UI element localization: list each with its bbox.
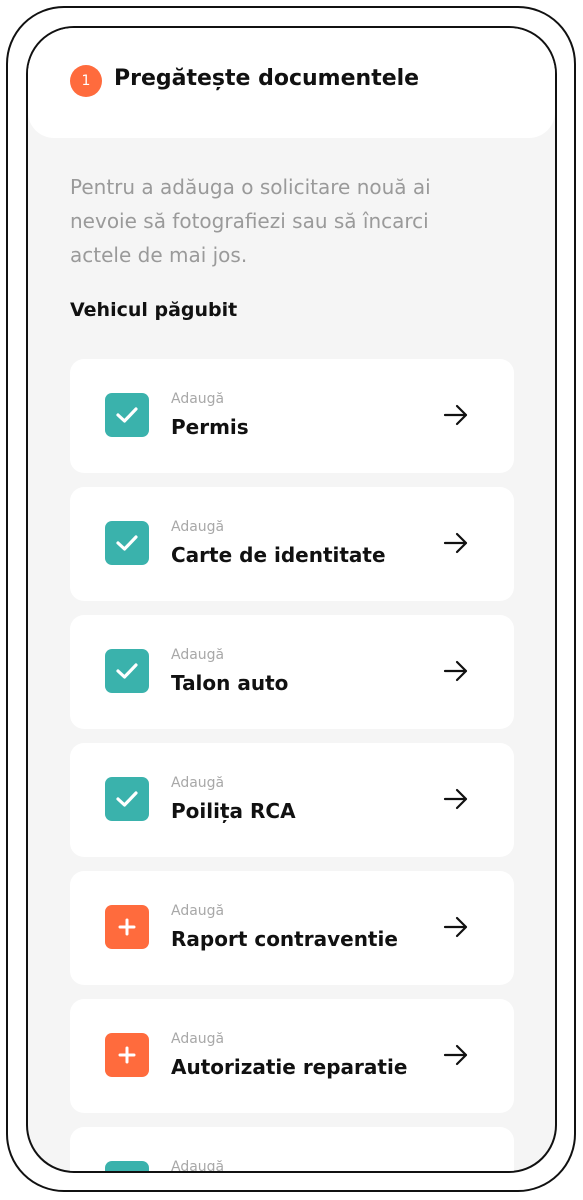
- card-subtitle: Adaugă: [171, 1031, 225, 1047]
- plus-icon: [105, 905, 149, 949]
- document-card-polita-rca[interactable]: Adaugă Poilița RCA: [70, 743, 514, 857]
- arrow-right-icon: [443, 916, 468, 938]
- card-label: Raport contraventie: [171, 927, 398, 951]
- card-subtitle: Adaugă: [171, 391, 225, 407]
- document-card-raport-contraventie[interactable]: Adaugă Raport contraventie: [70, 871, 514, 985]
- arrow-right-icon: [443, 532, 468, 554]
- document-card-autorizatie-reparatie[interactable]: Adaugă Autorizatie reparatie: [70, 999, 514, 1113]
- check-icon: [105, 521, 149, 565]
- card-label: Talon auto: [171, 671, 289, 695]
- document-card-permis[interactable]: Adaugă Permis: [70, 359, 514, 473]
- document-card-partial[interactable]: Adaugă: [70, 1127, 514, 1173]
- card-subtitle: Adaugă: [171, 1159, 225, 1173]
- check-icon: [105, 649, 149, 693]
- step-badge: 1: [70, 65, 102, 97]
- document-card-carte-identitate[interactable]: Adaugă Carte de identitate: [70, 487, 514, 601]
- document-list: Adaugă Permis Adaugă Carte de identitate…: [70, 359, 514, 1173]
- intro-text: Pentru a adăuga o solicitare nouă ai nev…: [70, 175, 431, 267]
- card-label: Carte de identitate: [171, 543, 386, 567]
- page-title: Pregătește documentele: [114, 66, 420, 91]
- check-icon: [105, 393, 149, 437]
- page-header: 1 Pregătește documentele: [28, 28, 555, 138]
- plus-icon: [105, 1033, 149, 1077]
- card-subtitle: Adaugă: [171, 647, 225, 663]
- card-subtitle: Adaugă: [171, 519, 225, 535]
- arrow-right-icon: [443, 404, 468, 426]
- arrow-right-icon: [443, 788, 468, 810]
- document-card-talon-auto[interactable]: Adaugă Talon auto: [70, 615, 514, 729]
- card-label: Autorizatie reparatie: [171, 1055, 408, 1079]
- card-label: Poilița RCA: [171, 799, 296, 823]
- device-screen: 1 Pregătește documentele Pentru a adăuga…: [26, 26, 557, 1173]
- arrow-right-icon: [443, 660, 468, 682]
- section-title: Vehicul păgubit: [70, 299, 238, 321]
- card-subtitle: Adaugă: [171, 903, 225, 919]
- arrow-right-icon: [443, 1044, 468, 1066]
- card-subtitle: Adaugă: [171, 775, 225, 791]
- check-icon: [105, 1161, 149, 1171]
- check-icon: [105, 777, 149, 821]
- card-label: Permis: [171, 415, 249, 439]
